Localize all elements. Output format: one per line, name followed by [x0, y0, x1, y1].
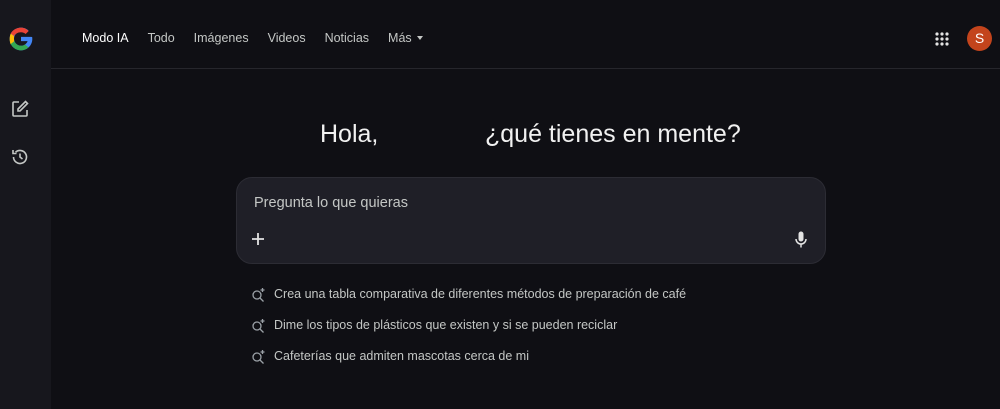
tab-noticias[interactable]: Noticias	[325, 31, 369, 45]
sidebar	[0, 0, 51, 409]
greeting-question: ¿qué tienes en mente?	[485, 120, 741, 148]
caret-down-icon	[416, 35, 423, 40]
suggestion-item[interactable]: Dime los tipos de plásticos que existen …	[251, 317, 686, 333]
search-sparkle-icon	[252, 349, 265, 364]
greeting-hello: Hola,	[320, 120, 379, 148]
search-sparkle-icon	[252, 318, 265, 333]
suggestion-text: Dime los tipos de plásticos que existen …	[274, 318, 618, 332]
top-bar: Modo IA Todo Imágenes Videos Noticias Má…	[51, 0, 1000, 69]
google-logo-icon[interactable]	[7, 25, 35, 53]
tab-imagenes[interactable]: Imágenes	[194, 31, 249, 45]
tab-modo-ia[interactable]: Modo IA	[82, 31, 129, 45]
tab-mas-label: Más	[388, 31, 412, 45]
edit-note-icon[interactable]	[10, 99, 30, 119]
prompt-box	[236, 177, 826, 264]
apps-grid-icon[interactable]	[935, 32, 949, 46]
tab-mas-dropdown[interactable]: Más	[388, 31, 423, 45]
plus-icon[interactable]	[251, 232, 265, 246]
microphone-icon[interactable]	[795, 231, 807, 248]
account-avatar[interactable]: S	[967, 26, 992, 51]
suggestion-item[interactable]: Cafeterías que admiten mascotas cerca de…	[251, 348, 686, 364]
suggestion-item[interactable]: Crea una tabla comparativa de diferentes…	[251, 286, 686, 302]
greeting: Hola, ¿qué tienes en mente?	[0, 120, 1000, 150]
suggestion-text: Cafeterías que admiten mascotas cerca de…	[274, 349, 529, 363]
tab-videos[interactable]: Videos	[268, 31, 306, 45]
search-mode-tabs: Modo IA Todo Imágenes Videos Noticias Má…	[82, 31, 442, 45]
tab-todo[interactable]: Todo	[148, 31, 175, 45]
search-sparkle-icon	[252, 287, 265, 302]
prompt-input[interactable]	[252, 192, 756, 214]
suggestion-list: Crea una tabla comparativa de diferentes…	[251, 286, 686, 379]
history-icon[interactable]	[10, 147, 30, 167]
suggestion-text: Crea una tabla comparativa de diferentes…	[274, 287, 687, 301]
